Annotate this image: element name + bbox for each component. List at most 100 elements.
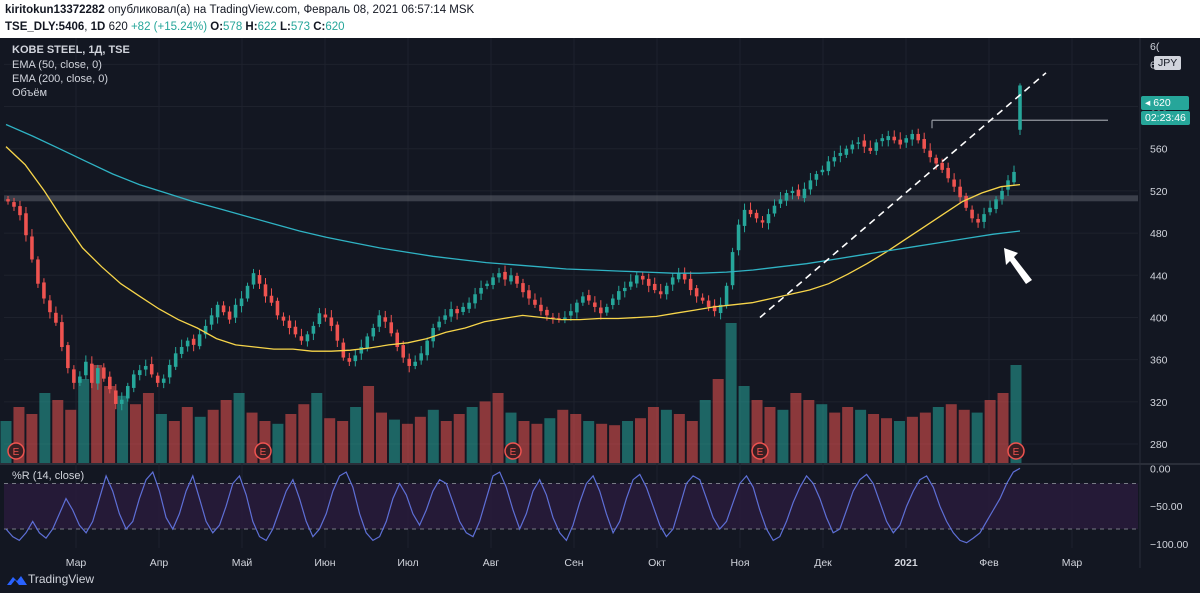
candle-body: [72, 369, 76, 383]
low-value: 573: [290, 21, 310, 33]
x-tick-label: Мар: [66, 557, 87, 568]
tradingview-logo-icon[interactable]: [6, 573, 28, 587]
candle-body: [802, 188, 807, 199]
x-tick-label: Июн: [314, 557, 335, 568]
candle-body: [820, 169, 825, 173]
wr-tick-label: −100.00: [1150, 539, 1188, 551]
candle-body: [407, 358, 411, 366]
volume-bar: [518, 421, 530, 463]
y-tick-label: 520: [1150, 186, 1168, 198]
x-tick-label: Авг: [483, 557, 500, 568]
candle-body: [634, 275, 639, 284]
candle-body: [383, 317, 388, 322]
candle-body: [838, 152, 843, 156]
volume-bar: [324, 418, 336, 463]
candle-body: [437, 321, 441, 328]
volume-bar: [842, 407, 854, 463]
volume-bar: [26, 414, 38, 463]
candle-body: [449, 309, 453, 317]
volume-bar: [104, 386, 116, 463]
currency-badge[interactable]: JPY: [1154, 56, 1182, 70]
candle-body: [479, 287, 483, 294]
candle-body: [455, 309, 459, 314]
candle-body: [826, 161, 831, 172]
volume-bar: [855, 409, 867, 463]
candle-body: [425, 340, 429, 356]
candle-body: [54, 312, 58, 323]
volume-bar: [401, 423, 413, 463]
candle-body: [599, 307, 603, 314]
volume-bar: [155, 414, 167, 463]
x-tick-label: Фев: [979, 557, 999, 568]
candle-body: [784, 193, 789, 201]
volume-bar: [673, 414, 685, 463]
volume-bar: [492, 393, 504, 463]
candle-body: [461, 306, 465, 312]
volume-bar: [997, 393, 1009, 463]
candle-body: [575, 302, 579, 313]
volume-bar: [738, 386, 750, 463]
price-scale-top-label: 6(: [1150, 41, 1160, 53]
volume-bar: [466, 407, 478, 463]
candle-body: [670, 277, 675, 285]
volume-bar: [207, 409, 219, 463]
candle-body: [6, 199, 10, 202]
candle-body: [125, 386, 130, 399]
volume-bar: [363, 386, 375, 463]
candle-body: [30, 236, 34, 260]
volume-legend[interactable]: Объём: [12, 87, 47, 99]
earnings-marker-label: E: [1013, 447, 1020, 458]
candle-body: [766, 214, 771, 224]
candle-body: [742, 209, 747, 226]
candle-body: [521, 283, 525, 293]
candle-body: [329, 317, 334, 326]
candle-body: [497, 273, 501, 278]
volume-bar: [557, 409, 569, 463]
wr-legend[interactable]: %R (14, close): [12, 470, 84, 482]
last-price-tag-arrow: ◂: [1145, 97, 1154, 109]
volume-bar: [634, 418, 646, 463]
x-tick-label: Июл: [397, 557, 418, 568]
author-name[interactable]: kiritokun13372282: [5, 4, 105, 16]
candle-body: [778, 199, 783, 204]
candle-body: [533, 299, 537, 305]
chart-canvas[interactable]: E E E E E Мар Апр Май Июн Июл Авг Сен Окт Ноя Дек 2021…: [0, 38, 1200, 569]
candle-body: [131, 374, 136, 388]
y-tick-label: 320: [1150, 397, 1168, 409]
x-tick-label: Апр: [150, 557, 169, 568]
candle-body: [467, 302, 471, 309]
close-value: 620: [325, 21, 345, 33]
symbol-label: TSE_DLY:5406: [5, 21, 85, 33]
candle-body: [605, 306, 609, 313]
ema200-legend[interactable]: EMA (200, close, 0): [12, 73, 108, 85]
candle-body: [539, 304, 543, 312]
candle-body: [874, 142, 879, 151]
high-label: H:: [245, 21, 258, 33]
y-tick-label: 360: [1150, 355, 1168, 367]
candle-body: [910, 133, 914, 140]
candle-body: [808, 180, 813, 190]
volume-bar: [388, 419, 400, 463]
volume-bar: [919, 412, 931, 463]
price-change: +82 (+15.24%): [130, 21, 208, 33]
candle-body: [886, 136, 891, 141]
candle-body: [281, 316, 286, 321]
candle-body: [239, 298, 244, 307]
earnings-marker-label: E: [757, 447, 764, 458]
tradingview-brand[interactable]: TradingView: [28, 572, 94, 586]
x-tick-label: Ноя: [730, 557, 749, 568]
candle-body: [155, 375, 160, 383]
x-tick-label: Мар: [1062, 557, 1083, 568]
volume-bar: [531, 423, 543, 463]
candle-body: [982, 214, 986, 222]
chart-area[interactable]: E E E E E Мар Апр Май Июн Июл Авг Сен Окт Ноя Дек 2021…: [0, 38, 1200, 569]
candle-body: [658, 291, 663, 295]
candle-body: [317, 313, 322, 325]
y-tick-label: 560: [1150, 144, 1168, 156]
candle-body: [251, 273, 256, 285]
ema50-legend[interactable]: EMA (50, close, 0): [12, 59, 102, 71]
candle-body: [299, 336, 304, 341]
candle-body: [114, 390, 118, 404]
candle-body: [880, 138, 885, 142]
high-value: 622: [257, 21, 277, 33]
